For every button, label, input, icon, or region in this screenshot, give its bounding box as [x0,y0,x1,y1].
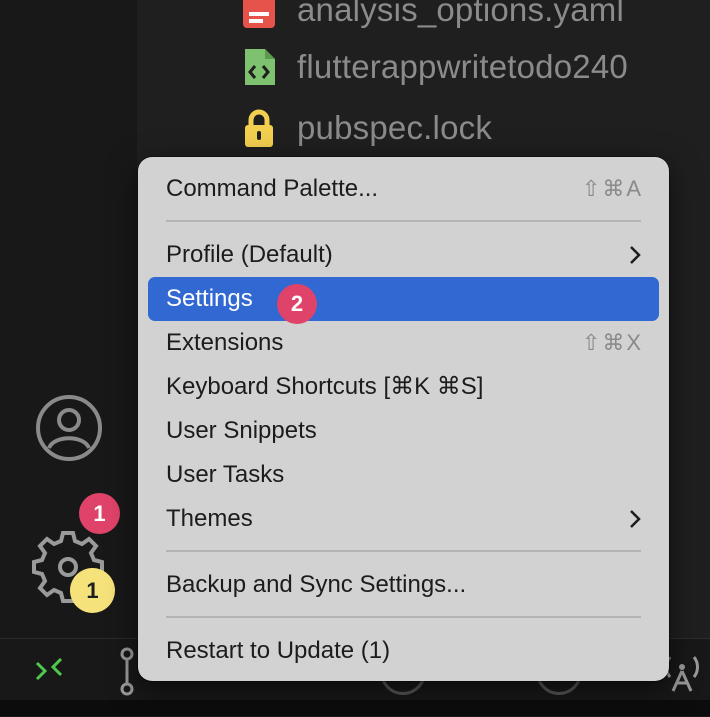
file-name: flutterappwritetodo240 [297,48,628,85]
menu-item-shortcut: ⇧⌘X [581,330,643,355]
menu-item-themes[interactable]: Themes [148,497,659,541]
step-badge: 2 [277,284,317,324]
remote-indicator[interactable] [0,639,98,699]
menu-item-settings[interactable]: Settings [148,277,659,321]
menu-item-label: Extensions [166,329,284,356]
menu-item-backup-sync[interactable]: Backup and Sync Settings... [148,563,659,607]
account-icon[interactable] [34,393,104,468]
yaml-file-icon [241,0,277,30]
menu-item-label: User Tasks [166,461,285,488]
file-name: pubspec.lock [297,109,493,146]
file-row-flutter-code[interactable]: flutterappwritetodo240 [241,42,628,92]
file-row-pubspec-lock[interactable]: pubspec.lock [241,103,492,153]
file-name: analysis_options.yaml [297,0,625,28]
manage-context-menu: Command Palette... ⇧⌘A Profile (Default)… [138,157,669,681]
menu-item-label: Keyboard Shortcuts [⌘K ⌘S] [166,373,484,400]
menu-item-label: User Snippets [166,417,317,444]
menu-item-restart-to-update[interactable]: Restart to Update (1) [148,629,659,673]
menu-separator [166,616,641,618]
menu-item-label: Restart to Update (1) [166,637,391,664]
chevron-right-icon [629,245,641,270]
menu-separator [166,550,641,552]
menu-item-user-snippets[interactable]: User Snippets [148,409,659,453]
menu-item-label: Themes [166,505,253,532]
menu-item-command-palette[interactable]: Command Palette... ⇧⌘A [148,167,659,211]
update-count-badge: 1 [70,568,115,613]
menu-separator [166,220,641,222]
lock-file-icon [241,108,277,148]
step-badge: 1 [79,493,120,534]
menu-item-label: Backup and Sync Settings... [166,571,467,598]
file-row-analysis-options[interactable]: analysis_options.yaml [241,0,624,35]
menu-item-user-tasks[interactable]: User Tasks [148,453,659,497]
window-bottom-edge [0,700,710,716]
menu-item-label: Profile (Default) [166,241,333,268]
menu-item-label: Settings [166,285,253,312]
chevron-right-icon [629,509,641,534]
menu-item-label: Command Palette... [166,175,379,202]
menu-item-keyboard-shortcuts[interactable]: Keyboard Shortcuts [⌘K ⌘S] [148,365,659,409]
menu-item-profile[interactable]: Profile (Default) [148,233,659,277]
remote-icon [35,657,63,681]
menu-item-shortcut: ⇧⌘A [581,176,643,201]
code-file-icon [241,47,277,87]
menu-item-extensions[interactable]: Extensions ⇧⌘X [148,321,659,365]
